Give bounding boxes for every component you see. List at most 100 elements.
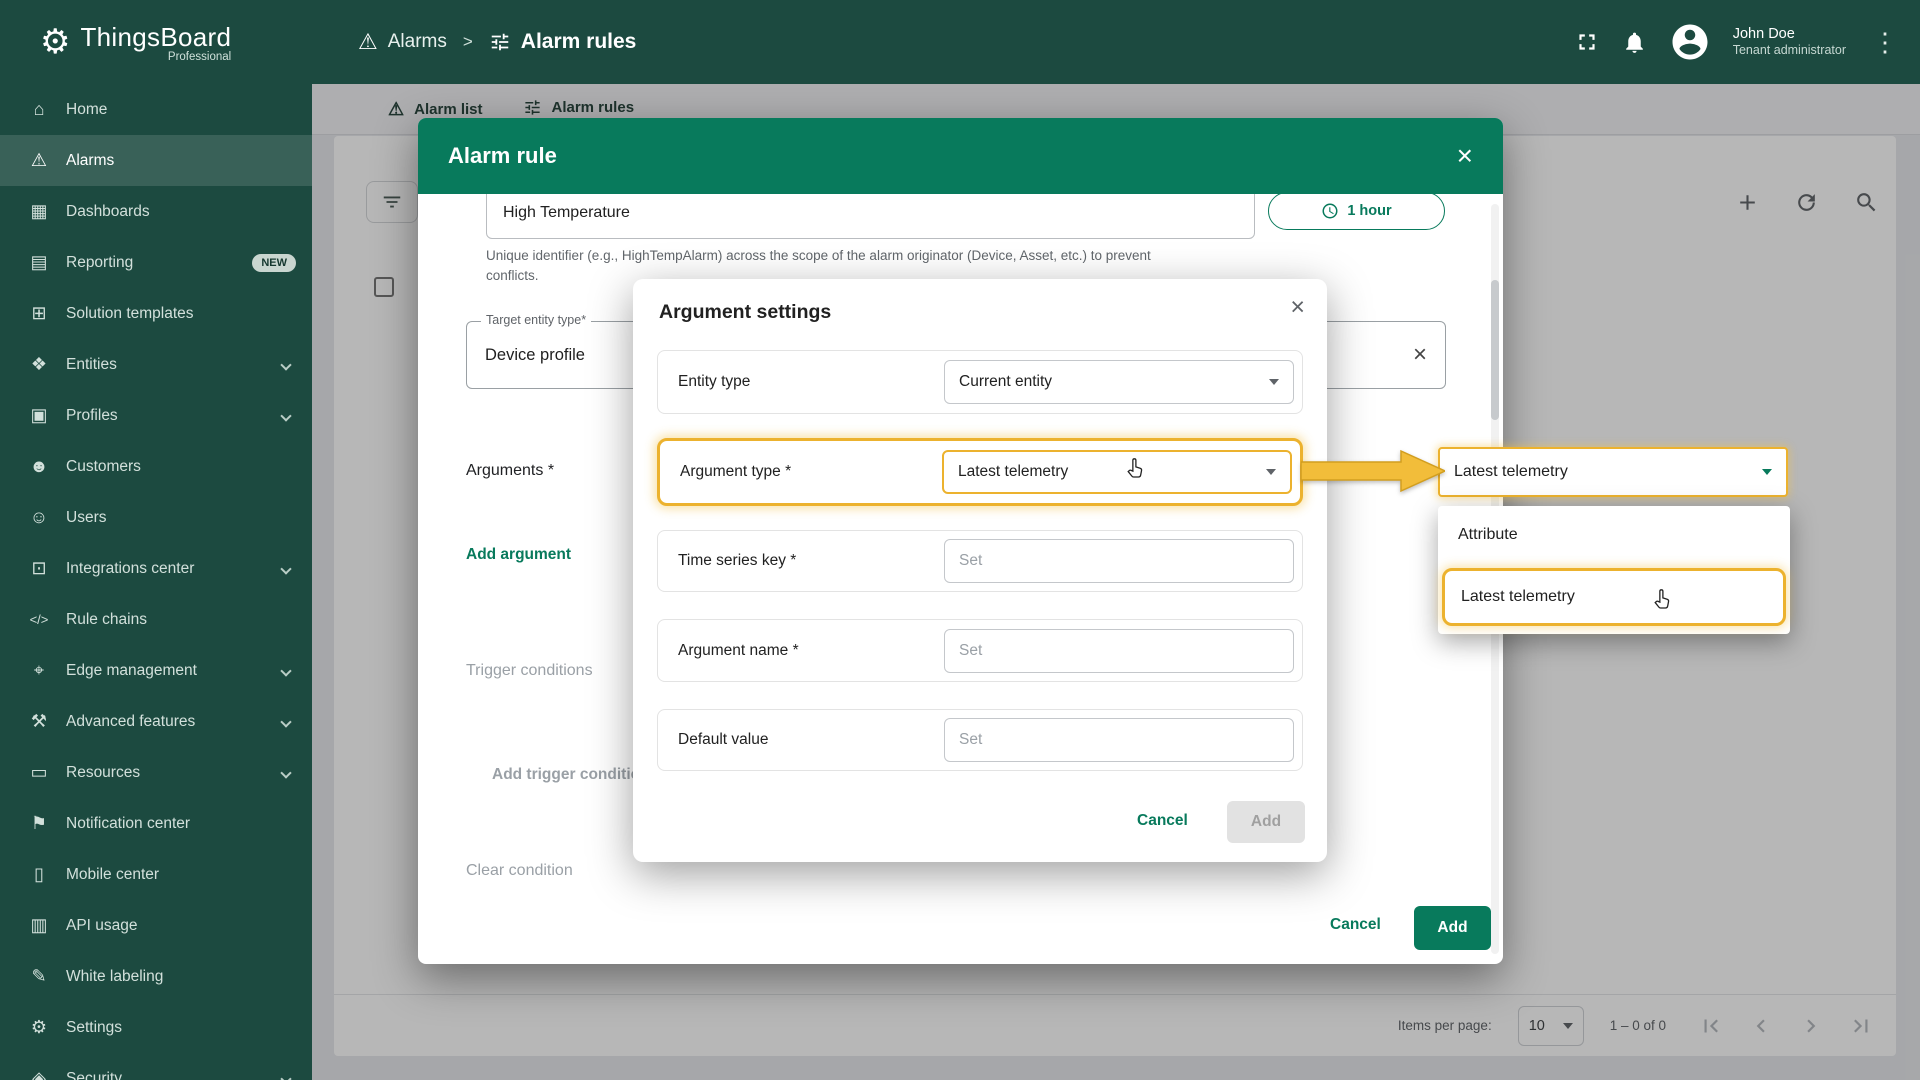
argument-type-select[interactable]: Latest telemetry [942, 450, 1292, 494]
sidebar-item-label: Solution templates [66, 305, 194, 323]
argument-type-value: Latest telemetry [958, 463, 1068, 481]
rule-chains-icon: </> [26, 612, 52, 627]
schedule-label: 1 hour [1347, 203, 1391, 219]
sidebar-item-resources[interactable]: ▭ Resources [0, 747, 312, 798]
cancel-button[interactable]: Cancel [1131, 811, 1194, 831]
close-icon[interactable]: × [1457, 142, 1473, 170]
clear-icon[interactable]: × [1413, 343, 1427, 367]
add-argument-button[interactable]: Add argument [466, 546, 571, 564]
breadcrumb-alarms[interactable]: Alarms [388, 31, 447, 53]
customers-icon: ☻ [26, 456, 52, 477]
add-button-disabled[interactable]: Add [1227, 801, 1305, 843]
argument-type-label: Argument type * [680, 463, 791, 481]
dashboards-icon: ▦ [26, 201, 52, 222]
sidebar-item-profiles[interactable]: ▣Profiles [0, 390, 312, 441]
chevron-down-icon [1762, 469, 1772, 475]
sidebar-item-label: Dashboards [66, 203, 150, 221]
resources-icon: ▭ [26, 762, 52, 783]
api-usage-icon: ▥ [26, 915, 52, 936]
kebab-menu-icon[interactable]: ⋮ [1868, 27, 1902, 58]
sidebar-item-api-usage[interactable]: ▥API usage [0, 900, 312, 951]
sidebar-item-solution-templates[interactable]: ⊞Solution templates [0, 288, 312, 339]
sidebar-item-mobile-center[interactable]: ▯Mobile center [0, 849, 312, 900]
brand-subtitle: Professional [168, 51, 231, 63]
app-header: ⚙ ThingsBoard Professional ⚠ Alarms > Al… [0, 0, 1920, 84]
chevron-down-icon [280, 767, 291, 778]
selection-arrow [1301, 449, 1445, 493]
sidebar-item-customers[interactable]: ☻ Customers [0, 441, 312, 492]
new-badge: NEW [252, 254, 296, 272]
avatar-icon [1669, 21, 1711, 63]
argument-name-label: Argument name * [678, 642, 799, 660]
argument-type-dropdown-panel: Attribute Latest telemetry [1438, 506, 1790, 634]
sidebar-item-reporting[interactable]: ▤ReportingNEW [0, 237, 312, 288]
sidebar-item-white-labeling[interactable]: ✎White labeling [0, 951, 312, 1002]
header-actions: John Doe Tenant administrator ⋮ [1574, 21, 1920, 63]
sidebar-item-entities[interactable]: ❖Entities [0, 339, 312, 390]
sidebar-item-dashboards[interactable]: ▦ Dashboards [0, 186, 312, 237]
argument-type-option-latest-telemetry[interactable]: Latest telemetry [1442, 568, 1786, 626]
notifications-button[interactable] [1622, 30, 1647, 55]
sidebar-item-label: Customers [66, 458, 141, 476]
sidebar-item-label: Notification center [66, 815, 190, 833]
sidebar-item-label: Alarms [66, 152, 114, 170]
edge-management-icon: ⌖ [26, 660, 52, 681]
schedule-button[interactable]: 1 hour [1268, 194, 1445, 230]
breadcrumb: ⚠ Alarms > Alarm rules [358, 29, 636, 55]
time-series-key-input[interactable] [944, 539, 1294, 583]
argument-type-row: Argument type * Latest telemetry [657, 438, 1303, 506]
default-value-input[interactable] [944, 718, 1294, 762]
argument-name-input[interactable] [944, 629, 1294, 673]
chevron-down-icon [280, 716, 291, 727]
sidebar-item-advanced-features[interactable]: ⚒Advanced features [0, 696, 312, 747]
trigger-conditions-section-label: Trigger conditions [466, 662, 593, 680]
close-icon[interactable]: × [1290, 295, 1305, 320]
fullscreen-button[interactable] [1574, 29, 1600, 55]
chevron-down-icon [1266, 469, 1276, 475]
chevron-down-icon [280, 359, 291, 370]
alarm-type-input[interactable] [486, 194, 1255, 239]
sidebar-item-home[interactable]: ⌂ Home [0, 84, 312, 135]
sidebar-item-alarms[interactable]: ⚠Alarms [0, 135, 312, 186]
user-role: Tenant administrator [1733, 43, 1846, 59]
schedule-clock-icon [1321, 202, 1339, 220]
sidebar-item-label: Resources [66, 764, 140, 782]
sidebar-item-label: Home [66, 101, 107, 119]
chevron-down-icon [280, 563, 291, 574]
entity-type-row: Entity type Current entity [657, 350, 1303, 414]
dialog-title: Argument settings [659, 301, 831, 324]
sidebar-item-settings[interactable]: ⚙Settings [0, 1002, 312, 1053]
user-name: John Doe [1733, 25, 1846, 43]
breadcrumb-separator: > [463, 32, 473, 52]
sidebar-item-integrations-center[interactable]: ⊡Integrations center [0, 543, 312, 594]
entity-type-select[interactable]: Current entity [944, 360, 1294, 404]
sidebar-item-notification-center[interactable]: ⚑Notification center [0, 798, 312, 849]
thingsboard-logo-icon: ⚙ [40, 25, 70, 59]
default-value-row: Default value [657, 709, 1303, 771]
sidebar-item-security[interactable]: ◈Security [0, 1053, 312, 1080]
cancel-button[interactable]: Cancel [1330, 916, 1381, 934]
mobile-center-icon: ▯ [26, 864, 52, 885]
sidebar-item-rule-chains[interactable]: </> Rule chains [0, 594, 312, 645]
sidebar-item-label: Advanced features [66, 713, 195, 731]
profiles-icon: ▣ [26, 405, 52, 426]
chevron-down-icon [280, 410, 291, 421]
thingsboard-logo[interactable]: ⚙ ThingsBoard Professional [0, 22, 312, 63]
sidebar-item-users[interactable]: ☺Users [0, 492, 312, 543]
white-labeling-icon: ✎ [26, 966, 52, 987]
argument-type-dropdown-trigger[interactable]: Latest telemetry [1438, 447, 1788, 497]
sidebar-item-label: Rule chains [66, 611, 147, 629]
dropdown-selected-value: Latest telemetry [1454, 463, 1568, 481]
home-icon: ⌂ [26, 99, 52, 120]
add-trigger-condition-button[interactable]: Add trigger condition [492, 766, 650, 784]
add-button[interactable]: Add [1414, 906, 1491, 950]
arguments-section-label: Arguments * [466, 462, 554, 480]
sidebar-item-edge-management[interactable]: ⌖Edge management [0, 645, 312, 696]
integrations-icon: ⊡ [26, 558, 52, 579]
argument-type-option-attribute[interactable]: Attribute [1438, 506, 1790, 564]
cursor-hand-icon [1123, 455, 1149, 481]
tune-icon [489, 31, 511, 53]
user-menu-button[interactable] [1669, 21, 1711, 63]
target-entity-type-value: Device profile [485, 346, 585, 365]
dialog-scrollbar-thumb[interactable] [1491, 280, 1499, 420]
